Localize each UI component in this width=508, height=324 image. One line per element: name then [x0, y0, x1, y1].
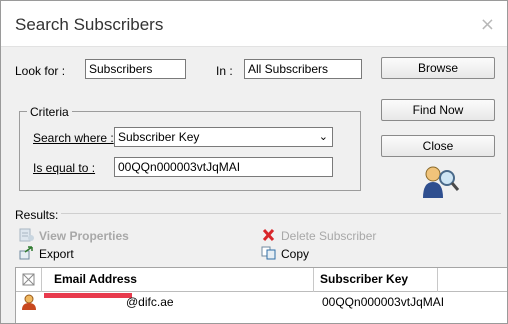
export-action[interactable]: Export	[19, 246, 74, 261]
delete-x-icon	[261, 228, 277, 242]
search-where-label-text: Search where :	[33, 131, 114, 145]
browse-button[interactable]: Browse	[381, 57, 495, 79]
grid-header: Email Address Subscriber Key	[16, 268, 507, 292]
is-equal-to-label: Is equal to :	[33, 161, 95, 175]
results-separator	[61, 213, 501, 214]
table-row[interactable]: @difc.ae 00QQn000003vtJqMAI	[16, 292, 507, 312]
export-icon	[19, 246, 35, 260]
in-input[interactable]: All Subscribers	[244, 59, 362, 79]
criteria-groupbox	[19, 111, 361, 191]
look-for-label-text: Look for :	[15, 64, 66, 78]
export-label: Export	[39, 247, 74, 261]
criteria-group-label: Criteria	[27, 105, 72, 119]
title-bar: Search Subscribers ×	[1, 1, 507, 47]
results-grid: Email Address Subscriber Key @difc.ae 00…	[15, 267, 507, 323]
look-for-input[interactable]: Subscribers	[85, 59, 186, 79]
search-person-icon	[419, 164, 461, 200]
view-properties-label: View Properties	[39, 229, 129, 243]
copy-icon	[261, 246, 277, 260]
copy-action[interactable]: Copy	[261, 246, 309, 261]
copy-label: Copy	[281, 247, 310, 261]
grid-corner-icon[interactable]	[16, 268, 42, 292]
is-equal-to-label-text: Is equal to :	[33, 161, 96, 175]
look-for-label: Look for :	[15, 64, 65, 78]
row-email: @difc.ae	[126, 295, 174, 309]
view-properties-action[interactable]: View Properties	[19, 228, 129, 243]
dialog-title: Search Subscribers	[15, 15, 164, 34]
delete-subscriber-action[interactable]: Delete Subscriber	[261, 228, 376, 243]
redaction-mark	[44, 293, 132, 298]
search-subscribers-dialog: Search Subscribers × Look for : Subscrib…	[0, 0, 508, 324]
find-now-button[interactable]: Find Now	[381, 99, 495, 121]
row-subscriber-key: 00QQn000003vtJqMAI	[322, 295, 445, 309]
search-where-label: Search where :	[33, 131, 114, 145]
close-icon[interactable]: ×	[480, 14, 495, 35]
in-label: In :	[216, 64, 233, 78]
person-icon	[20, 293, 38, 311]
column-email-address[interactable]: Email Address	[42, 268, 314, 292]
is-equal-to-input[interactable]: 00QQn000003vtJqMAI	[114, 157, 333, 177]
properties-icon	[19, 228, 35, 242]
chevron-down-icon: ⌄	[318, 130, 328, 143]
close-button[interactable]: Close	[381, 135, 495, 157]
column-subscriber-key[interactable]: Subscriber Key	[314, 268, 438, 292]
search-where-dropdown[interactable]: Subscriber Key ⌄	[114, 127, 333, 147]
results-label: Results:	[15, 208, 59, 222]
search-where-value: Subscriber Key	[118, 130, 200, 144]
delete-subscriber-label: Delete Subscriber	[281, 229, 377, 243]
